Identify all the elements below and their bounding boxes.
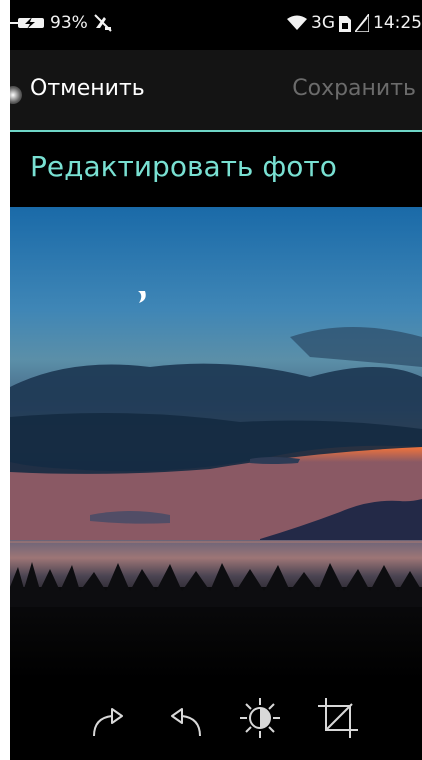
cancel-button[interactable]: Отменить <box>30 76 145 101</box>
screen: 93% 3G 14:25 Отменить Сохранить Редактир… <box>10 0 422 760</box>
status-bar: 93% 3G 14:25 <box>10 0 422 50</box>
page-title: Редактировать фото <box>30 150 337 183</box>
network-type: 3G <box>311 13 335 33</box>
sim-icon <box>339 14 351 32</box>
brightness-contrast-icon[interactable] <box>238 696 282 740</box>
rotate-left-icon[interactable] <box>162 696 206 740</box>
no-notifications-icon <box>92 13 114 33</box>
status-right: 3G 14:25 <box>287 13 422 33</box>
wifi-icon <box>287 15 307 31</box>
touch-glow <box>10 86 22 104</box>
action-bar: Отменить Сохранить <box>10 50 422 132</box>
signal-icon <box>355 14 369 32</box>
rotate-right-icon[interactable] <box>88 696 132 740</box>
status-left: 93% <box>10 13 114 33</box>
battery-level: 93% <box>50 13 88 33</box>
save-button[interactable]: Сохранить <box>292 76 416 101</box>
clock: 14:25 <box>373 13 422 33</box>
crop-icon[interactable] <box>316 696 360 740</box>
edit-toolbar <box>10 680 422 760</box>
photo-preview <box>10 207 422 680</box>
battery-charging-icon <box>10 15 46 31</box>
